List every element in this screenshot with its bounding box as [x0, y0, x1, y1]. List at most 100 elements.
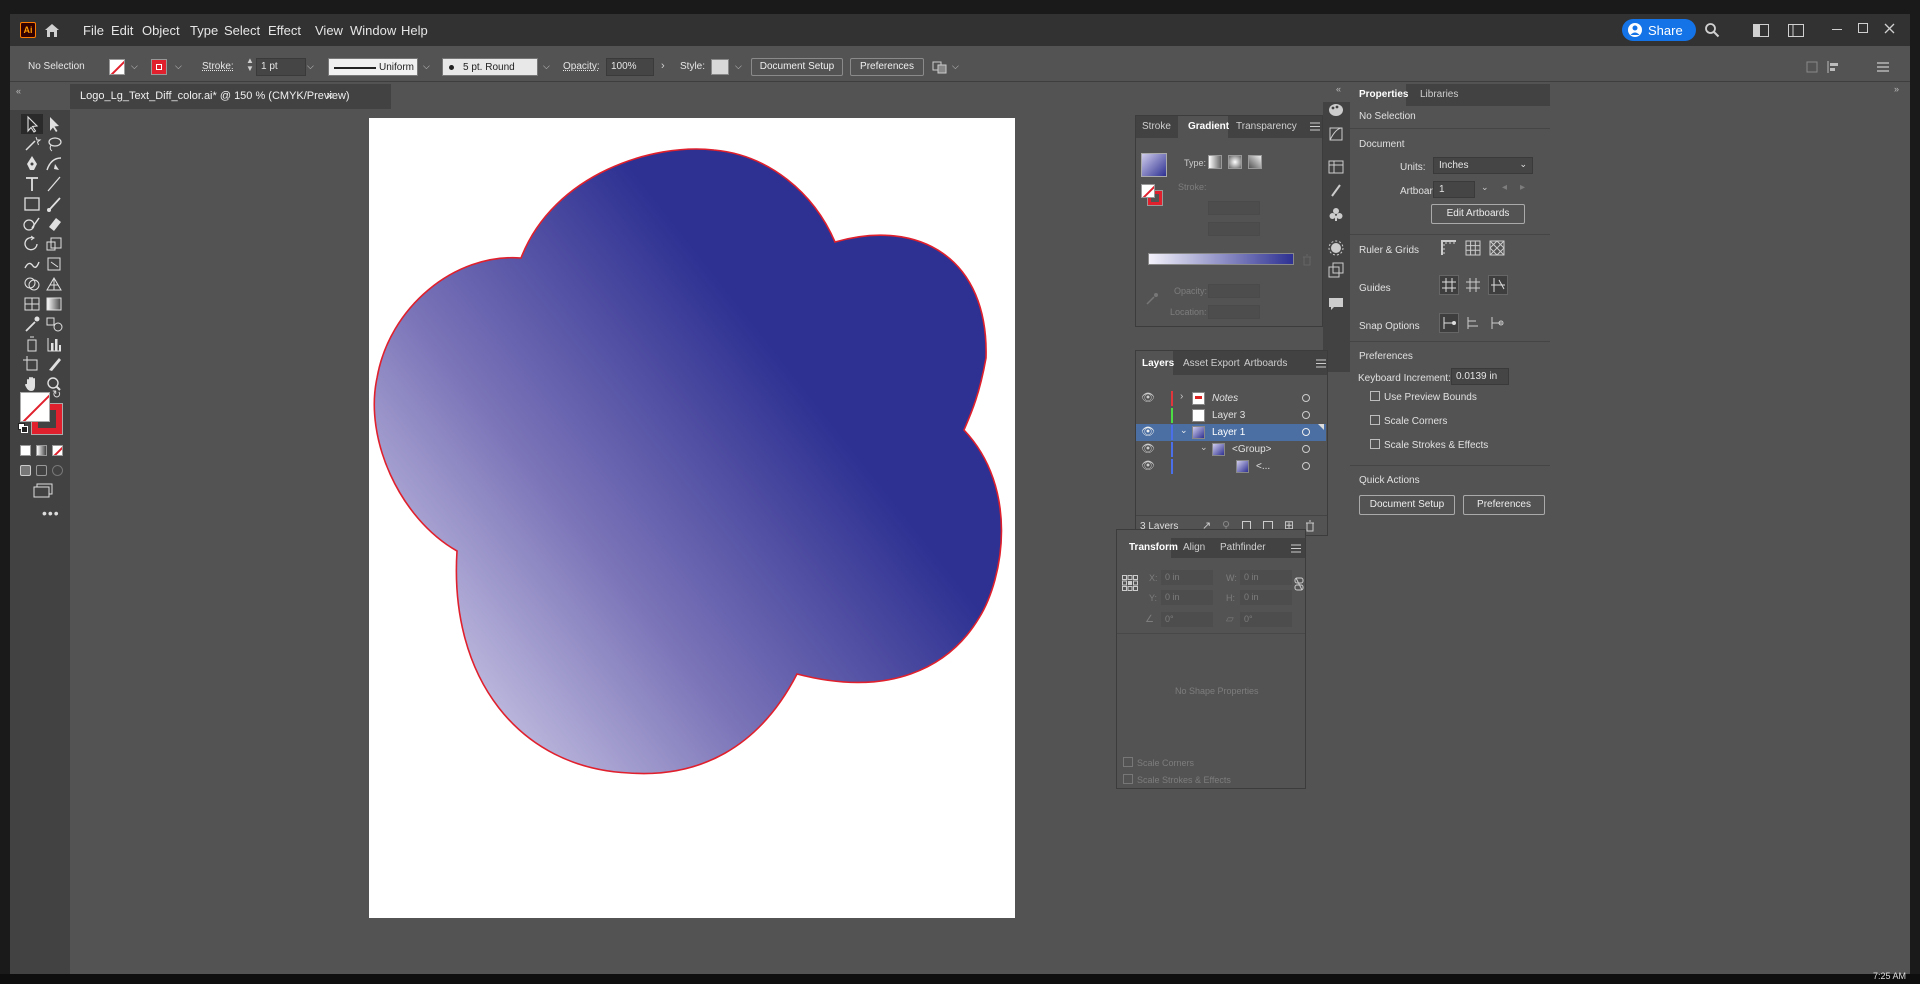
type-tool[interactable]	[21, 174, 43, 194]
symbol-sprayer-tool[interactable]	[21, 334, 43, 354]
mesh-tool[interactable]	[21, 294, 43, 314]
graphic-styles-icon[interactable]	[1328, 262, 1344, 278]
profile-dropdown-icon[interactable]: ⌵	[423, 61, 430, 72]
target-circle-icon[interactable]	[1302, 428, 1310, 436]
eraser-tool[interactable]	[43, 214, 65, 234]
distribute-icon[interactable]	[1827, 61, 1841, 73]
tab-transform[interactable]: Transform	[1129, 542, 1178, 553]
constrain-link-icon[interactable]	[1293, 576, 1305, 592]
grid-icon[interactable]	[1465, 240, 1481, 256]
panel-menu-icon[interactable]	[1877, 62, 1889, 72]
tab-properties[interactable]: Properties	[1359, 89, 1408, 100]
show-guides-button[interactable]	[1439, 275, 1459, 295]
maximize-icon[interactable]	[1858, 23, 1868, 33]
scale-strokes-checkbox[interactable]	[1370, 439, 1380, 449]
visibility-eye-icon[interactable]: 👁	[1141, 425, 1155, 438]
tab-stroke[interactable]: Stroke	[1142, 121, 1171, 132]
appearance-icon[interactable]	[1328, 240, 1344, 256]
freeform-gradient-button[interactable]	[1248, 155, 1262, 169]
delete-layer-icon[interactable]	[1305, 520, 1315, 532]
transform-panel-menu-icon[interactable]	[1291, 544, 1301, 553]
tab-layers[interactable]: Layers	[1142, 358, 1174, 369]
shaper-tool[interactable]	[21, 214, 43, 234]
tab-transparency[interactable]: Transparency	[1236, 121, 1297, 132]
brush-select[interactable]: 5 pt. Round	[442, 58, 538, 76]
draw-normal-icon[interactable]	[20, 465, 31, 476]
swatches-icon[interactable]	[1328, 160, 1344, 174]
tab-pathfinder[interactable]: Pathfinder	[1220, 542, 1266, 553]
layers-panel-menu-icon[interactable]	[1316, 359, 1326, 368]
stroke-dropdown-icon[interactable]: ⌵	[175, 61, 182, 72]
search-icon[interactable]	[1704, 22, 1720, 38]
snap-to-pixel-icon[interactable]	[1465, 315, 1481, 331]
tab-artboards[interactable]: Artboards	[1244, 358, 1287, 369]
magic-wand-tool[interactable]	[21, 134, 43, 154]
artboard-select[interactable]: 1	[1433, 181, 1475, 198]
free-transform-tool[interactable]	[43, 254, 65, 274]
home-icon[interactable]	[43, 22, 61, 38]
selection-tool[interactable]	[21, 114, 43, 134]
gradient-mode-icon[interactable]	[36, 445, 47, 456]
slice-tool[interactable]	[43, 354, 65, 374]
quick-preferences-button[interactable]: Preferences	[1463, 495, 1545, 515]
edit-toolbar-icon[interactable]: •••	[42, 505, 60, 521]
perspective-grid-tool[interactable]	[43, 274, 65, 294]
fill-dropdown-icon[interactable]: ⌵	[131, 61, 138, 72]
layer-row-notes[interactable]: 👁 › Notes	[1136, 390, 1326, 407]
menu-edit[interactable]: Edit	[111, 23, 133, 38]
brushes-icon[interactable]	[1328, 182, 1344, 198]
gradient-panel-menu-icon[interactable]	[1310, 122, 1320, 131]
tab-align[interactable]: Align	[1183, 542, 1205, 553]
artboard[interactable]	[369, 118, 1015, 918]
units-select[interactable]: Inches ⌄	[1433, 157, 1533, 174]
menu-select[interactable]: Select	[224, 23, 260, 38]
target-circle-icon[interactable]	[1302, 394, 1310, 402]
warp-tool[interactable]	[21, 254, 43, 274]
layer-row-path[interactable]: 👁 <...	[1136, 458, 1326, 475]
layer-row-layer3[interactable]: Layer 3	[1136, 407, 1326, 424]
layer-row-group[interactable]: 👁 ⌄ <Group>	[1136, 441, 1326, 458]
style-swatch[interactable]	[711, 59, 729, 75]
shape-builder-tool[interactable]	[21, 274, 43, 294]
toolbar-fill-swatch[interactable]	[20, 392, 50, 422]
align-options-icon[interactable]	[1806, 61, 1818, 73]
menu-effect[interactable]: Effect	[268, 23, 301, 38]
gradient-slider[interactable]	[1148, 253, 1294, 265]
comments-icon[interactable]	[1328, 296, 1344, 312]
color-guide-icon[interactable]	[1328, 126, 1344, 142]
stroke-weight-dropdown-icon[interactable]: ⌵	[307, 61, 314, 72]
properties-collapse-icon[interactable]: »	[1894, 84, 1899, 94]
gradient-tool[interactable]	[43, 294, 65, 314]
quick-document-setup-button[interactable]: Document Setup	[1359, 495, 1455, 515]
stroke-swatch[interactable]	[151, 59, 167, 75]
radial-gradient-button[interactable]	[1228, 155, 1242, 169]
direct-selection-tool[interactable]	[43, 114, 65, 134]
toolbar-collapse-icon[interactable]: «	[16, 86, 21, 96]
tab-asset-export[interactable]: Asset Export	[1183, 358, 1240, 369]
column-graph-tool[interactable]	[43, 334, 65, 354]
artboard-dropdown-icon[interactable]: ⌄	[1481, 182, 1489, 193]
arrange-documents-icon[interactable]	[1753, 24, 1769, 37]
target-circle-icon[interactable]	[1302, 445, 1310, 453]
lock-guides-icon[interactable]	[1465, 277, 1481, 293]
preferences-button[interactable]: Preferences	[850, 58, 924, 76]
tab-libraries[interactable]: Libraries	[1420, 89, 1458, 100]
menu-view[interactable]: View	[315, 23, 343, 38]
draw-behind-icon[interactable]	[36, 465, 47, 476]
edit-artboards-button[interactable]: Edit Artboards	[1431, 204, 1525, 224]
visibility-eye-icon[interactable]: 👁	[1141, 442, 1155, 455]
gradient-fill-stroke-icon[interactable]	[1141, 184, 1163, 206]
linear-gradient-button[interactable]	[1208, 155, 1222, 169]
document-setup-button[interactable]: Document Setup	[751, 58, 843, 76]
flower-shape-artwork[interactable]	[369, 118, 1015, 918]
brush-dropdown-icon[interactable]: ⌵	[543, 61, 550, 72]
stroke-stepper-icon[interactable]: ▲ ▼	[246, 57, 254, 73]
opacity-input[interactable]: 100%	[606, 58, 654, 76]
panels-collapse-icon[interactable]: «	[1336, 84, 1341, 94]
transparency-grid-icon[interactable]	[1489, 240, 1505, 256]
share-button[interactable]: Share	[1622, 19, 1696, 41]
symbols-icon[interactable]	[1328, 206, 1344, 222]
target-circle-icon[interactable]	[1302, 411, 1310, 419]
style-dropdown-icon[interactable]: ⌵	[735, 61, 742, 72]
menu-file[interactable]: File	[83, 23, 104, 38]
